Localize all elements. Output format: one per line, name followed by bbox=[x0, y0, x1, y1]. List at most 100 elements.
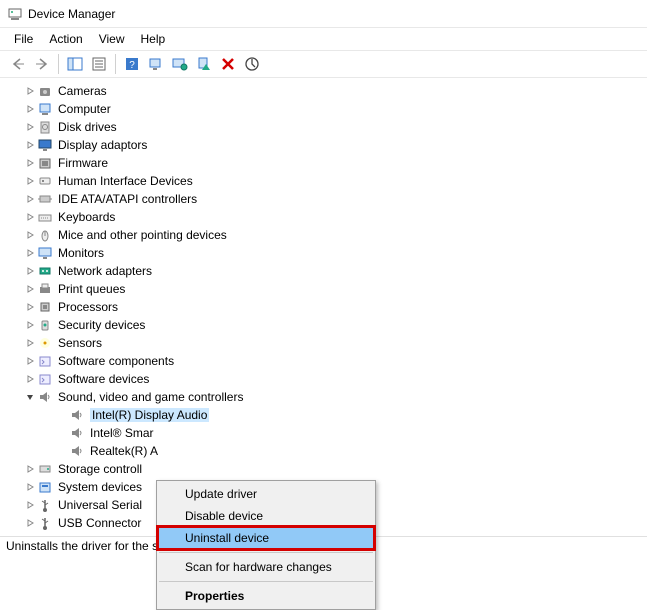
context-item-scan-hardware[interactable]: Scan for hardware changes bbox=[157, 556, 375, 578]
properties-button[interactable] bbox=[87, 53, 111, 75]
context-item-update-driver[interactable]: Update driver bbox=[157, 483, 375, 505]
tree-node[interactable]: Firmware bbox=[12, 154, 647, 172]
storage-icon bbox=[38, 462, 52, 476]
printer-icon bbox=[38, 282, 52, 296]
tree-node[interactable]: Keyboards bbox=[12, 208, 647, 226]
computer-icon bbox=[38, 102, 52, 116]
show-hide-console-button[interactable] bbox=[63, 53, 87, 75]
tree-node-label: Software components bbox=[58, 354, 174, 368]
toolbar: ? bbox=[0, 50, 647, 78]
tree-child-node[interactable]: Intel(R) Display Audio bbox=[12, 406, 647, 424]
uninstall-button[interactable] bbox=[216, 53, 240, 75]
device-tree[interactable]: Cameras Computer Disk drives Display adapto… bbox=[0, 78, 647, 536]
svg-text:?: ? bbox=[129, 60, 135, 71]
speaker-icon bbox=[70, 426, 84, 440]
camera-icon bbox=[38, 84, 52, 98]
tree-node[interactable]: Cameras bbox=[12, 82, 647, 100]
tree-node-label: Processors bbox=[58, 300, 118, 314]
tree-node-label: Cameras bbox=[58, 84, 107, 98]
usb-icon bbox=[38, 516, 52, 530]
disable-device-button[interactable] bbox=[240, 53, 264, 75]
tree-node[interactable]: Computer bbox=[12, 100, 647, 118]
caret-right-icon[interactable] bbox=[24, 157, 36, 169]
tree-child-label: Realtek(R) A bbox=[90, 444, 158, 458]
tree-node[interactable]: Network adapters bbox=[12, 262, 647, 280]
tree-node[interactable]: Sensors bbox=[12, 334, 647, 352]
tree-node-label: Disk drives bbox=[58, 120, 117, 134]
help-button[interactable]: ? bbox=[120, 53, 144, 75]
caret-right-icon[interactable] bbox=[24, 319, 36, 331]
tree-node[interactable]: Display adaptors bbox=[12, 136, 647, 154]
enable-device-button[interactable] bbox=[192, 53, 216, 75]
caret-right-icon[interactable] bbox=[24, 301, 36, 313]
disk-icon bbox=[38, 120, 52, 134]
tree-node-label: Sensors bbox=[58, 336, 102, 350]
usb-icon bbox=[38, 498, 52, 512]
sensor-icon bbox=[38, 336, 52, 350]
tree-node-label: Network adapters bbox=[58, 264, 152, 278]
tree-node[interactable]: Monitors bbox=[12, 244, 647, 262]
tree-node[interactable]: Mice and other pointing devices bbox=[12, 226, 647, 244]
tree-node[interactable]: IDE ATA/ATAPI controllers bbox=[12, 190, 647, 208]
caret-right-icon[interactable] bbox=[24, 247, 36, 259]
caret-right-icon[interactable] bbox=[24, 139, 36, 151]
caret-right-icon[interactable] bbox=[24, 499, 36, 511]
tree-node[interactable]: Storage controll bbox=[12, 460, 647, 478]
tree-child-node[interactable]: Realtek(R) A bbox=[12, 442, 647, 460]
menu-action[interactable]: Action bbox=[41, 30, 90, 48]
monitor-icon bbox=[38, 246, 52, 260]
tree-node[interactable]: Human Interface Devices bbox=[12, 172, 647, 190]
tree-node[interactable]: Print queues bbox=[12, 280, 647, 298]
tree-node-label: Computer bbox=[58, 102, 111, 116]
scan-hardware-button[interactable] bbox=[144, 53, 168, 75]
software-icon bbox=[38, 354, 52, 368]
caret-right-icon[interactable] bbox=[24, 337, 36, 349]
tree-node[interactable]: Software devices bbox=[12, 370, 647, 388]
menu-help[interactable]: Help bbox=[133, 30, 174, 48]
tree-node[interactable]: Security devices bbox=[12, 316, 647, 334]
context-item-properties[interactable]: Properties bbox=[157, 585, 375, 607]
context-item-disable-device[interactable]: Disable device bbox=[157, 505, 375, 527]
system-icon bbox=[38, 480, 52, 494]
tree-node[interactable]: Software components bbox=[12, 352, 647, 370]
caret-right-icon[interactable] bbox=[24, 175, 36, 187]
caret-right-icon[interactable] bbox=[24, 103, 36, 115]
caret-right-icon[interactable] bbox=[24, 355, 36, 367]
tree-node-label: Monitors bbox=[58, 246, 104, 260]
caret-none bbox=[56, 445, 68, 457]
caret-right-icon[interactable] bbox=[24, 517, 36, 529]
caret-none bbox=[56, 409, 68, 421]
tree-node-label: Security devices bbox=[58, 318, 145, 332]
tree-node[interactable]: Processors bbox=[12, 298, 647, 316]
update-driver-button[interactable] bbox=[168, 53, 192, 75]
tree-node-label: Universal Serial bbox=[58, 498, 142, 512]
menu-view[interactable]: View bbox=[91, 30, 133, 48]
caret-right-icon[interactable] bbox=[24, 373, 36, 385]
mouse-icon bbox=[38, 228, 52, 242]
caret-right-icon[interactable] bbox=[24, 211, 36, 223]
menu-file[interactable]: File bbox=[6, 30, 41, 48]
tree-node-label: Storage controll bbox=[58, 462, 142, 476]
caret-right-icon[interactable] bbox=[24, 265, 36, 277]
speaker-icon bbox=[38, 390, 52, 404]
controller-icon bbox=[38, 192, 52, 206]
back-button[interactable] bbox=[6, 53, 30, 75]
caret-right-icon[interactable] bbox=[24, 463, 36, 475]
tree-node[interactable]: Sound, video and game controllers bbox=[12, 388, 647, 406]
tree-node-label: Firmware bbox=[58, 156, 108, 170]
app-icon bbox=[8, 7, 22, 21]
tree-node[interactable]: Disk drives bbox=[12, 118, 647, 136]
caret-down-icon[interactable] bbox=[24, 391, 36, 403]
context-separator bbox=[159, 581, 373, 582]
window-title: Device Manager bbox=[28, 7, 115, 21]
caret-right-icon[interactable] bbox=[24, 283, 36, 295]
caret-right-icon[interactable] bbox=[24, 229, 36, 241]
forward-button[interactable] bbox=[30, 53, 54, 75]
caret-right-icon[interactable] bbox=[24, 121, 36, 133]
caret-right-icon[interactable] bbox=[24, 481, 36, 493]
tree-child-node[interactable]: Intel® Smar bbox=[12, 424, 647, 442]
toolbar-separator bbox=[115, 54, 116, 74]
caret-right-icon[interactable] bbox=[24, 193, 36, 205]
caret-right-icon[interactable] bbox=[24, 85, 36, 97]
context-item-uninstall-device[interactable]: Uninstall device bbox=[157, 527, 375, 549]
